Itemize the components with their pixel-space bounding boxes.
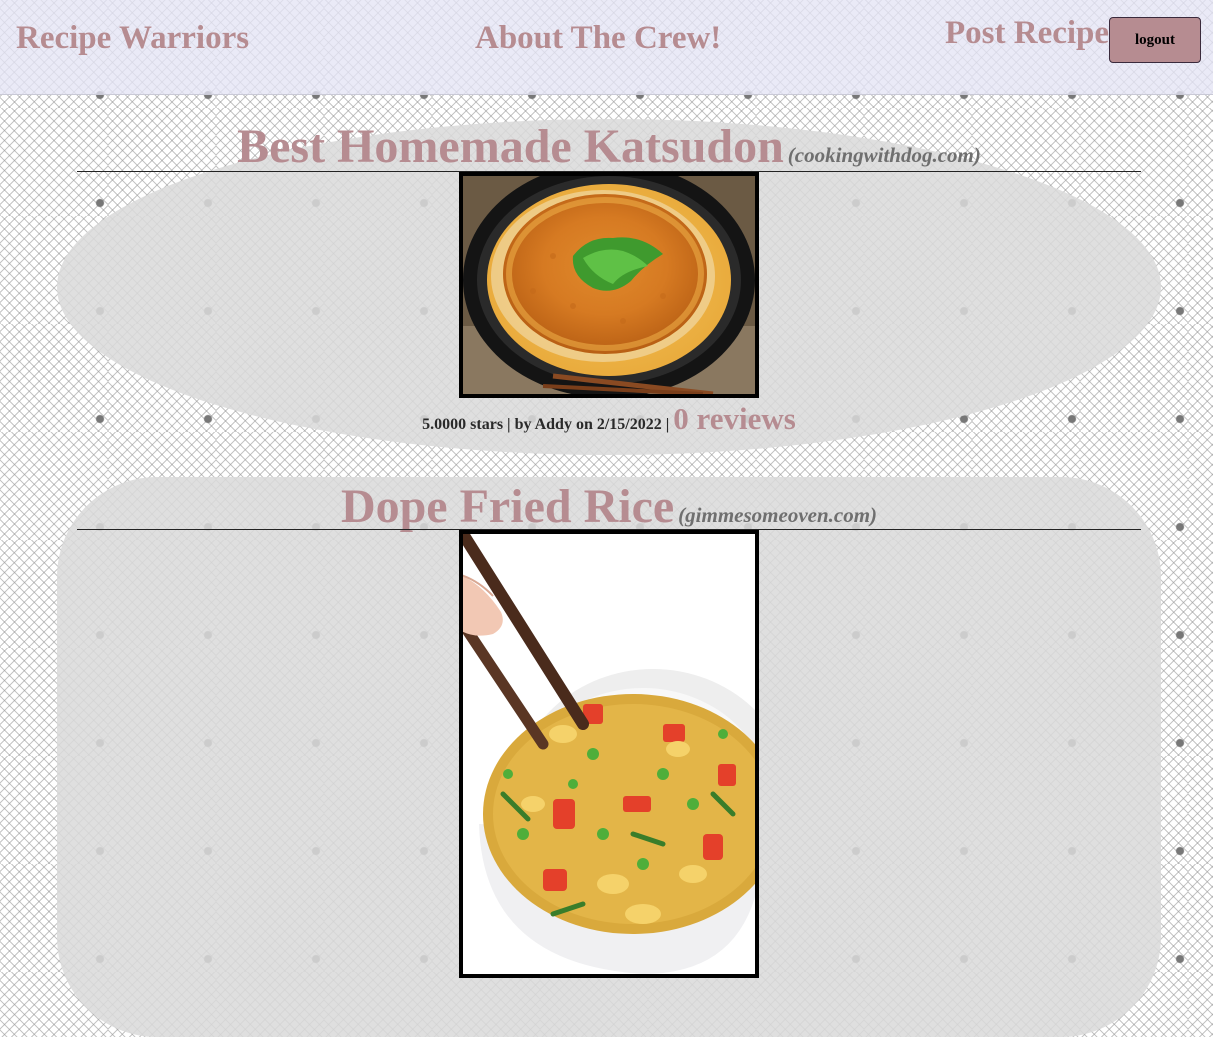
- fried-rice-image: [463, 534, 755, 974]
- post-recipe-link[interactable]: Post Recipe: [945, 15, 1109, 52]
- katsudon-image: [463, 176, 755, 394]
- recipe-photo[interactable]: [459, 530, 759, 978]
- navbar: Recipe Warriors About The Crew! Post Rec…: [0, 0, 1213, 95]
- recipe-meta: 5.0000 stars | by Addy on 2/15/2022 | 0 …: [77, 401, 1141, 437]
- about-crew-link[interactable]: About The Crew!: [475, 20, 721, 57]
- brand-link[interactable]: Recipe Warriors: [16, 20, 249, 57]
- recipe-source: (cookingwithdog.com): [787, 143, 981, 167]
- logout-button[interactable]: logout: [1109, 17, 1201, 63]
- recipe-title-link[interactable]: Best Homemade Katsudon: [237, 120, 784, 173]
- reviews-link[interactable]: 0 reviews: [673, 401, 796, 436]
- recipe-stats: 5.0000 stars | by Addy on 2/15/2022 |: [422, 416, 670, 433]
- recipe-title-link[interactable]: Dope Fried Rice: [341, 480, 674, 533]
- recipe-photo[interactable]: [459, 172, 759, 398]
- recipe-card: Dope Fried Rice (gimmesomeoven.com): [57, 477, 1161, 1037]
- recipe-card: Best Homemade Katsudon (cookingwithdog.c…: [57, 119, 1161, 455]
- recipe-source: (gimmesomeoven.com): [678, 503, 878, 527]
